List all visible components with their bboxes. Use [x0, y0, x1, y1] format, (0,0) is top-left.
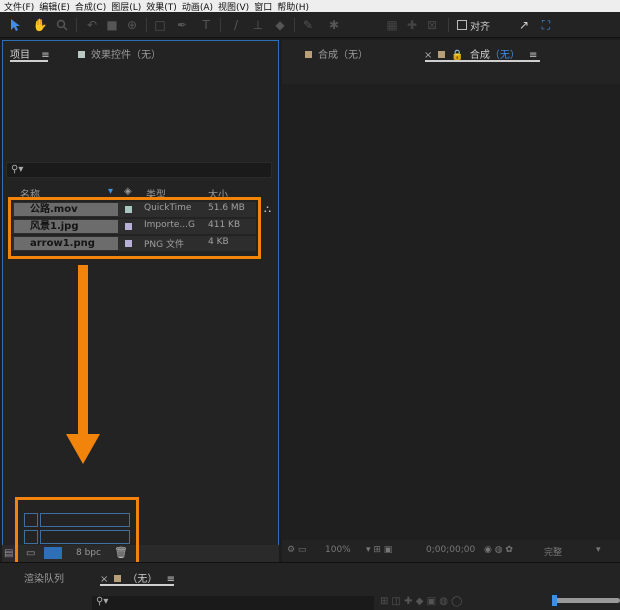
expand-icon[interactable]: ⛶	[538, 17, 554, 33]
tab-effect-controls[interactable]: 效果控件（无）	[78, 46, 161, 61]
tab-render-queue[interactable]: 渲染队列	[24, 570, 64, 585]
tools-toolbar: ✋ ↶ ■ ⊕ □ ✒ T / ⊥ ◆ ✎ ✱ ▦ ✚ ⊠ 对齐 ↗ ⛶	[0, 12, 620, 38]
viewer-options-icon[interactable]: ⚙ ▭	[287, 545, 306, 559]
project-panel	[2, 40, 279, 562]
toolbar-separator	[146, 18, 147, 32]
composition-viewer[interactable]	[282, 84, 620, 540]
selection-tool-icon[interactable]	[8, 17, 24, 33]
search-icon: ⚲▾	[96, 596, 109, 607]
resolution-dropdown[interactable]: 完整	[544, 545, 562, 559]
tab-active-underline	[10, 60, 48, 62]
puppet-tool-icon[interactable]: ✱	[326, 17, 342, 33]
clone-stamp-tool-icon[interactable]: ⊥	[250, 17, 266, 33]
timeline-switches-icon[interactable]: ⊞ ◫ ✚ ◆ ▣ ◍ ◯	[380, 596, 462, 607]
timeline-zoom-slider[interactable]	[552, 598, 620, 603]
align-checkbox[interactable]	[457, 20, 467, 30]
tab-composition-none[interactable]: 合成（无）	[305, 46, 368, 61]
toolbar-separator	[76, 18, 77, 32]
menu-window[interactable]: 窗口	[254, 0, 277, 13]
zoom-dropdown[interactable]: 100%	[325, 545, 351, 559]
brush-tool-icon[interactable]: /	[228, 17, 244, 33]
tab-composition-active[interactable]: × 🔒 合成（无） ≡	[424, 46, 537, 61]
eraser-tool-icon[interactable]: ◆	[272, 17, 288, 33]
timeline-zoom-handle[interactable]	[552, 595, 557, 606]
footer-highlight-box	[15, 497, 139, 569]
annotation-arrow	[78, 265, 88, 437]
pen-tool-icon[interactable]: ✒	[174, 17, 190, 33]
roto-brush-tool-icon[interactable]: ✎	[300, 17, 316, 33]
menu-file[interactable]: 文件(F)	[4, 0, 39, 13]
flowchart-icon[interactable]: ⛬	[264, 204, 271, 215]
toolbar-separator	[448, 18, 449, 32]
tab-swatch	[114, 575, 122, 582]
menu-help[interactable]: 帮助(H)	[277, 0, 314, 13]
rotate-tool-icon[interactable]: ↶	[84, 17, 100, 33]
search-icon: ⚲▾	[11, 164, 24, 175]
menu-edit[interactable]: 编辑(E)	[39, 0, 75, 13]
tab-project[interactable]: 项目 ≡	[10, 46, 50, 61]
chevron-down-icon[interactable]: ▾	[596, 545, 601, 559]
menu-effect[interactable]: 效果(T)	[146, 0, 182, 13]
hand-tool-icon[interactable]: ✋	[32, 17, 48, 33]
menu-composition[interactable]: 合成(C)	[75, 0, 111, 13]
timecode-display[interactable]: 0;00;00;00	[426, 545, 475, 559]
tab-active-underline	[425, 60, 540, 62]
rectangle-tool-icon[interactable]: □	[152, 17, 168, 33]
menu-view[interactable]: 视图(V)	[218, 0, 254, 13]
toolbar-separator	[294, 18, 295, 32]
label-tag-icon[interactable]: ◈	[124, 186, 132, 197]
local-axis-icon[interactable]: ▦	[384, 17, 400, 33]
grid-icon[interactable]: ▾ ⊞ ▣	[366, 545, 392, 559]
tab-active-underline	[100, 584, 174, 586]
zoom-tool-icon[interactable]	[54, 17, 70, 33]
tab-swatch	[305, 51, 312, 58]
menu-bar: 文件(F) 编辑(E) 合成(C) 图层(L) 效果(T) 动画(A) 视图(V…	[0, 0, 620, 13]
sort-arrow-icon[interactable]: ▾	[108, 186, 113, 197]
view-axis-icon[interactable]: ⊠	[424, 17, 440, 33]
menu-layer[interactable]: 图层(L)	[111, 0, 146, 13]
world-axis-icon[interactable]: ✚	[404, 17, 420, 33]
tab-comp-none-label: 合成（无）	[318, 50, 368, 61]
pan-behind-tool-icon[interactable]: ⊕	[124, 17, 140, 33]
snapshot-icon[interactable]: ◉ ◍ ✿	[484, 545, 513, 559]
annotation-arrow-head	[66, 434, 100, 464]
tab-swatch	[438, 51, 446, 58]
files-highlight-box	[8, 197, 261, 259]
text-tool-icon[interactable]: T	[198, 17, 214, 33]
toolbar-separator	[220, 18, 221, 32]
camera-tool-icon[interactable]: ■	[104, 17, 120, 33]
align-label: 对齐	[470, 22, 490, 33]
interpret-footage-icon[interactable]: ▤	[4, 548, 13, 559]
project-search-input[interactable]: ⚲▾	[6, 162, 272, 178]
tab-effects-label: 效果控件（无）	[91, 50, 161, 61]
snap-icon[interactable]: ↗	[516, 17, 532, 33]
menu-animation[interactable]: 动画(A)	[182, 0, 218, 13]
timeline-search-input[interactable]: ⚲▾	[92, 596, 374, 610]
tab-swatch	[78, 51, 85, 58]
tab-timeline[interactable]: × （无） ≡	[100, 570, 175, 585]
